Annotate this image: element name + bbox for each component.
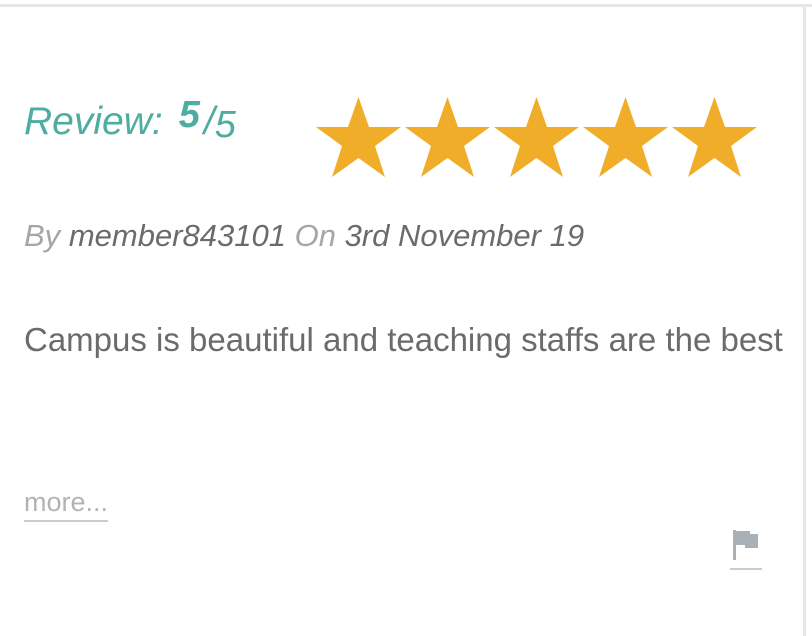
review-heading: Review: 5 / 5 xyxy=(24,94,236,160)
review-text: Campus is beautiful and teaching staffs … xyxy=(24,321,783,358)
star-icon xyxy=(581,95,670,179)
author-name: member843101 xyxy=(68,218,286,253)
star-icon xyxy=(403,95,492,179)
by-label: By xyxy=(24,218,61,253)
review-max: 5 xyxy=(214,104,236,146)
on-label: On xyxy=(294,218,336,253)
review-label: Review: xyxy=(24,100,163,143)
top-divider xyxy=(0,4,812,7)
more-link[interactable]: more... xyxy=(24,484,109,522)
review-slash: / xyxy=(203,100,215,143)
report-flag-button[interactable] xyxy=(730,528,762,570)
review-date: 3rd November 19 xyxy=(344,218,585,253)
star-icon xyxy=(670,95,759,179)
right-divider xyxy=(803,4,806,636)
review-byline: By member843101 On 3rd November 19 xyxy=(24,216,584,256)
review-score: 5 xyxy=(178,94,200,136)
star-icon xyxy=(492,95,581,179)
star-icon xyxy=(314,95,403,179)
flag-icon xyxy=(730,528,762,562)
star-rating xyxy=(314,95,759,179)
